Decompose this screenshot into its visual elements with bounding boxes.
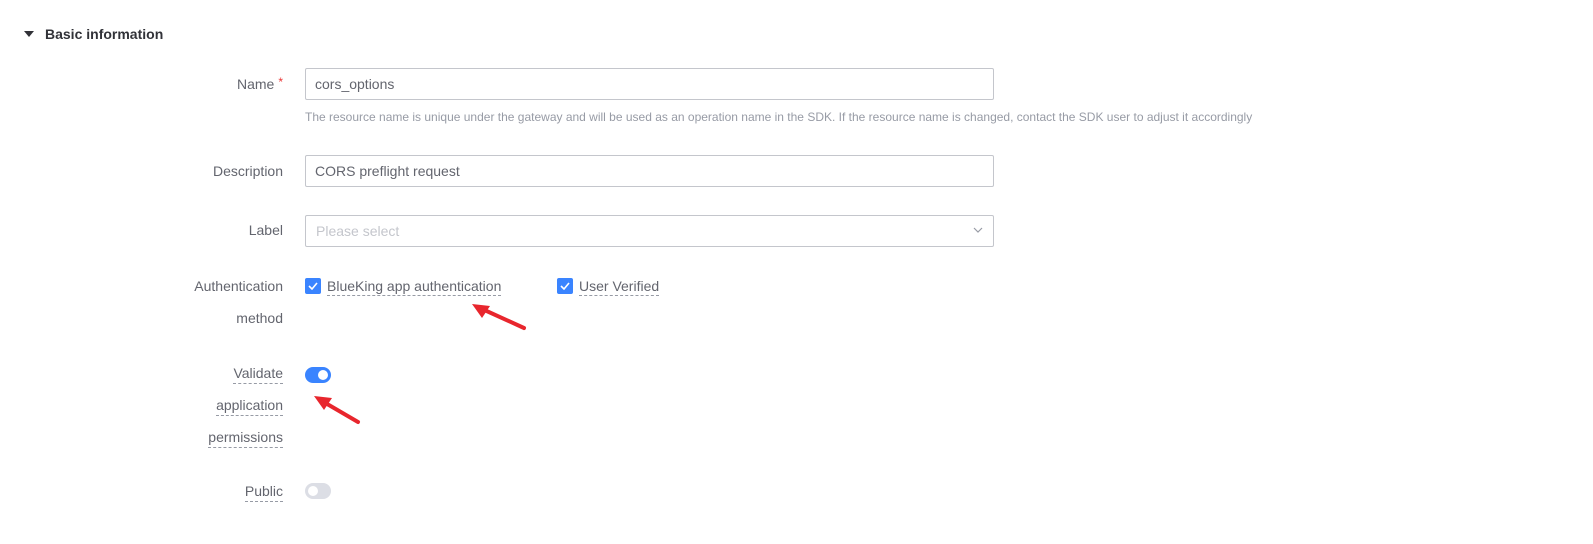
validate-label-line1: Validate <box>233 363 283 384</box>
public-label-text: Public <box>244 481 283 502</box>
section-title: Basic information <box>45 26 164 42</box>
caret-down-icon[interactable] <box>24 31 34 37</box>
description-label: Description <box>212 163 283 179</box>
annotation-arrow-icon <box>472 304 526 330</box>
checkbox-label[interactable]: User Verified <box>579 277 660 296</box>
checkbox-user-verified[interactable]: User Verified <box>557 277 660 296</box>
checkbox-checked-icon[interactable] <box>557 278 573 294</box>
label-field-label: Label <box>248 222 283 238</box>
checkbox-blueking-app-auth[interactable]: BlueKing app authentication <box>305 277 502 296</box>
chevron-down-icon <box>973 227 983 233</box>
public-label: Public <box>244 475 283 507</box>
name-label-text: Name <box>236 76 275 92</box>
name-hint: The resource name is unique under the ga… <box>305 110 1253 124</box>
required-mark: * <box>278 75 283 89</box>
auth-label-line2: method <box>236 310 283 326</box>
checkbox-checked-icon[interactable] <box>305 278 321 294</box>
validate-label-line3: permissions <box>208 427 283 448</box>
validate-permissions-switch[interactable] <box>305 367 331 383</box>
name-input[interactable] <box>305 68 994 100</box>
validate-permissions-label: Validate application permissions <box>208 357 283 453</box>
switch-knob <box>318 370 328 380</box>
name-label: Name * <box>237 68 283 100</box>
auth-label-line1: Authentication <box>194 278 283 294</box>
checkbox-label[interactable]: BlueKing app authentication <box>327 277 502 296</box>
label-select-placeholder: Please select <box>316 223 400 239</box>
public-switch[interactable] <box>305 483 331 499</box>
auth-method-label: Authentication method <box>194 270 283 334</box>
annotation-arrow-icon <box>314 396 360 424</box>
section-header-basic-info[interactable]: Basic information <box>24 24 163 44</box>
description-input[interactable] <box>305 155 994 187</box>
switch-knob <box>308 486 318 496</box>
validate-label-line2: application <box>216 395 283 416</box>
label-select[interactable]: Please select <box>305 215 994 247</box>
